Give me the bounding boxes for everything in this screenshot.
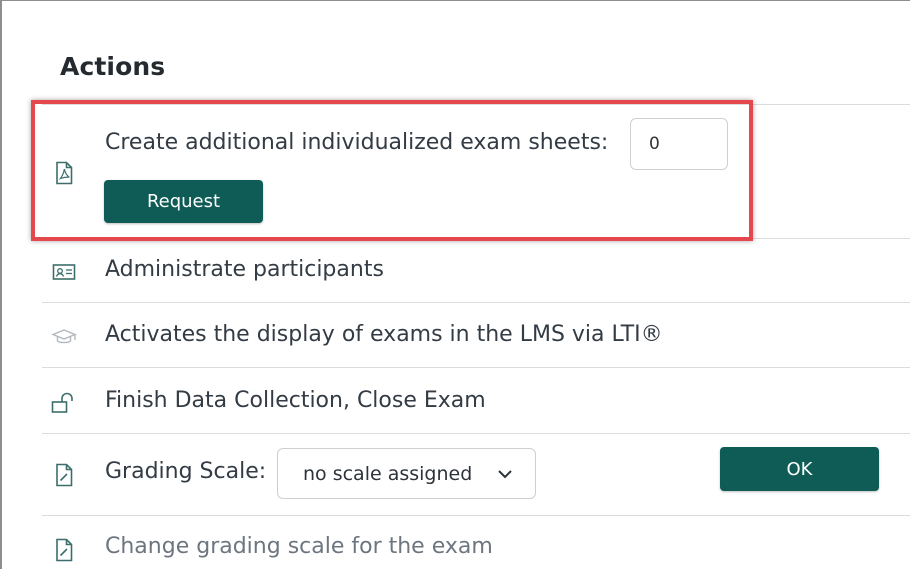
unlock-icon	[51, 390, 77, 416]
grading-scale-select[interactable]: no scale assigned	[277, 448, 536, 499]
divider	[42, 433, 910, 434]
grading-scale-label: Grading Scale:	[105, 459, 267, 484]
highlight-box	[31, 100, 753, 241]
grading-scale-selected-value: no scale assigned	[303, 462, 473, 485]
id-card-icon	[51, 259, 77, 285]
ok-button[interactable]: OK	[720, 447, 879, 491]
graduation-cap-icon	[51, 324, 77, 350]
finish-data-collection-link[interactable]: Finish Data Collection, Close Exam	[105, 388, 486, 413]
divider	[42, 367, 910, 368]
divider	[42, 515, 910, 516]
edit-document-icon	[51, 462, 77, 488]
chevron-down-icon	[497, 464, 513, 486]
edit-document-icon	[51, 537, 77, 563]
section-title: Actions	[60, 52, 166, 81]
lti-display-link[interactable]: Activates the display of exams in the LM…	[105, 322, 663, 347]
change-grading-scale-link[interactable]: Change grading scale for the exam	[105, 534, 493, 559]
divider	[42, 302, 910, 303]
administrate-participants-link[interactable]: Administrate participants	[105, 257, 384, 282]
